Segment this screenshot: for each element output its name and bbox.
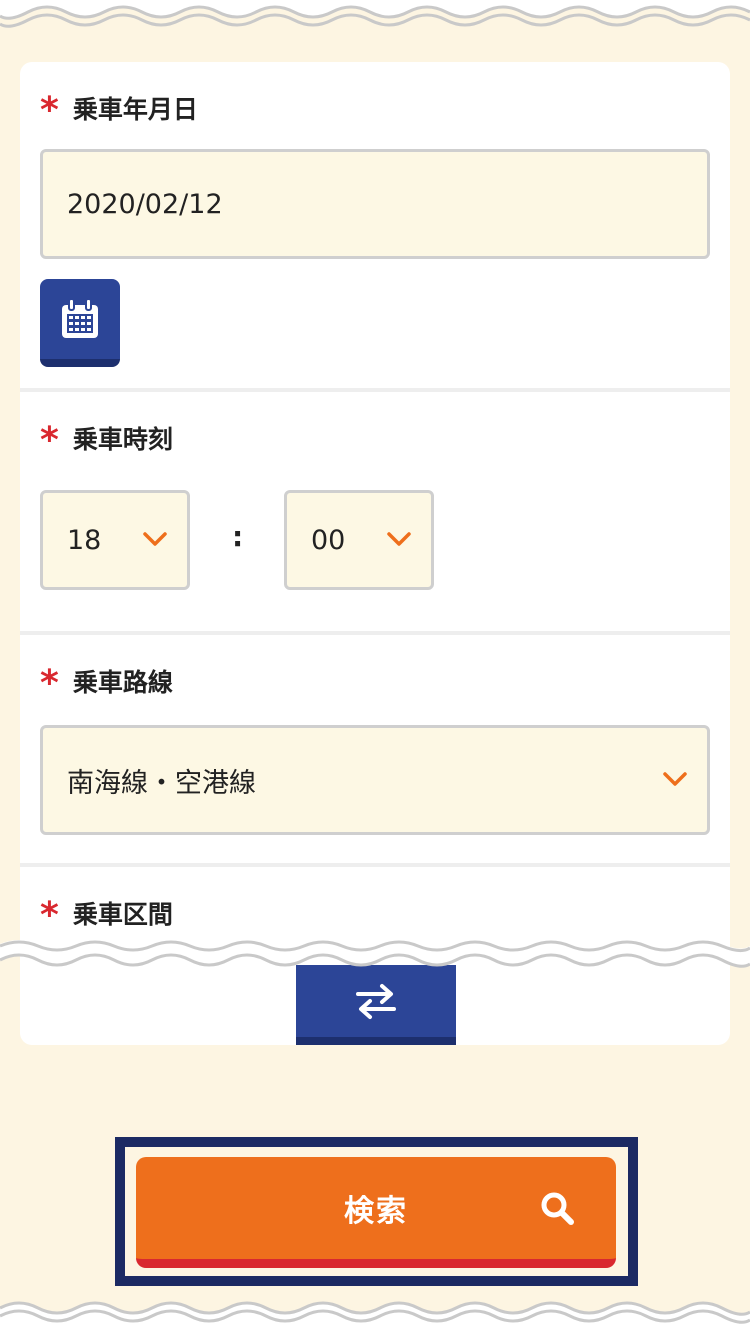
line-label-text: 乗車路線	[72, 668, 173, 697]
time-label: * 乗車時刻	[40, 418, 173, 461]
middle-wave-divider	[0, 940, 750, 968]
search-form-card: * 乗車年月日 2020/02/12 * 乗車時刻 18: 00 * 乗車路線…	[20, 62, 730, 1045]
required-mark: *	[40, 663, 59, 704]
required-mark: *	[40, 895, 59, 936]
line-section: * 乗車路線 南海線・空港線	[20, 635, 730, 867]
swap-icon	[356, 984, 396, 1019]
required-mark: *	[40, 420, 59, 461]
minute-value: 00	[311, 524, 346, 556]
chevron-down-icon	[387, 532, 411, 546]
search-button[interactable]: 検索	[136, 1157, 616, 1268]
chevron-down-icon	[663, 772, 687, 786]
bottom-wave-divider	[0, 1301, 750, 1334]
search-button-label: 検索	[344, 1194, 408, 1229]
time-section: * 乗車時刻 18 : 00	[20, 392, 730, 635]
date-label: * 乗車年月日	[40, 88, 198, 131]
search-icon	[541, 1192, 574, 1225]
minute-select[interactable]: 00	[284, 490, 434, 590]
time-separator: :	[232, 520, 244, 553]
swap-stations-button[interactable]	[296, 965, 456, 1045]
calendar-icon	[62, 298, 98, 338]
line-label: * 乗車路線	[40, 661, 173, 704]
stations-label-text: 乗車区間	[72, 900, 173, 929]
stations-label: * 乗車区間	[40, 893, 173, 936]
chevron-down-icon	[143, 532, 167, 546]
date-input[interactable]: 2020/02/12	[40, 149, 710, 259]
required-mark: *	[40, 90, 59, 131]
time-label-text: 乗車時刻	[72, 425, 173, 454]
top-wave-divider	[0, 0, 750, 28]
date-section: * 乗車年月日 2020/02/12	[20, 62, 730, 392]
hour-select[interactable]: 18	[40, 490, 190, 590]
calendar-button[interactable]	[40, 279, 120, 367]
page: * 乗車年月日 2020/02/12 * 乗車時刻 18: 00 * 乗車路線…	[0, 0, 750, 1334]
line-select[interactable]: 南海線・空港線	[40, 725, 710, 835]
hour-value: 18	[67, 524, 102, 556]
line-value: 南海線・空港線	[67, 767, 256, 799]
date-label-text: 乗車年月日	[72, 95, 198, 124]
date-value: 2020/02/12	[67, 188, 223, 220]
